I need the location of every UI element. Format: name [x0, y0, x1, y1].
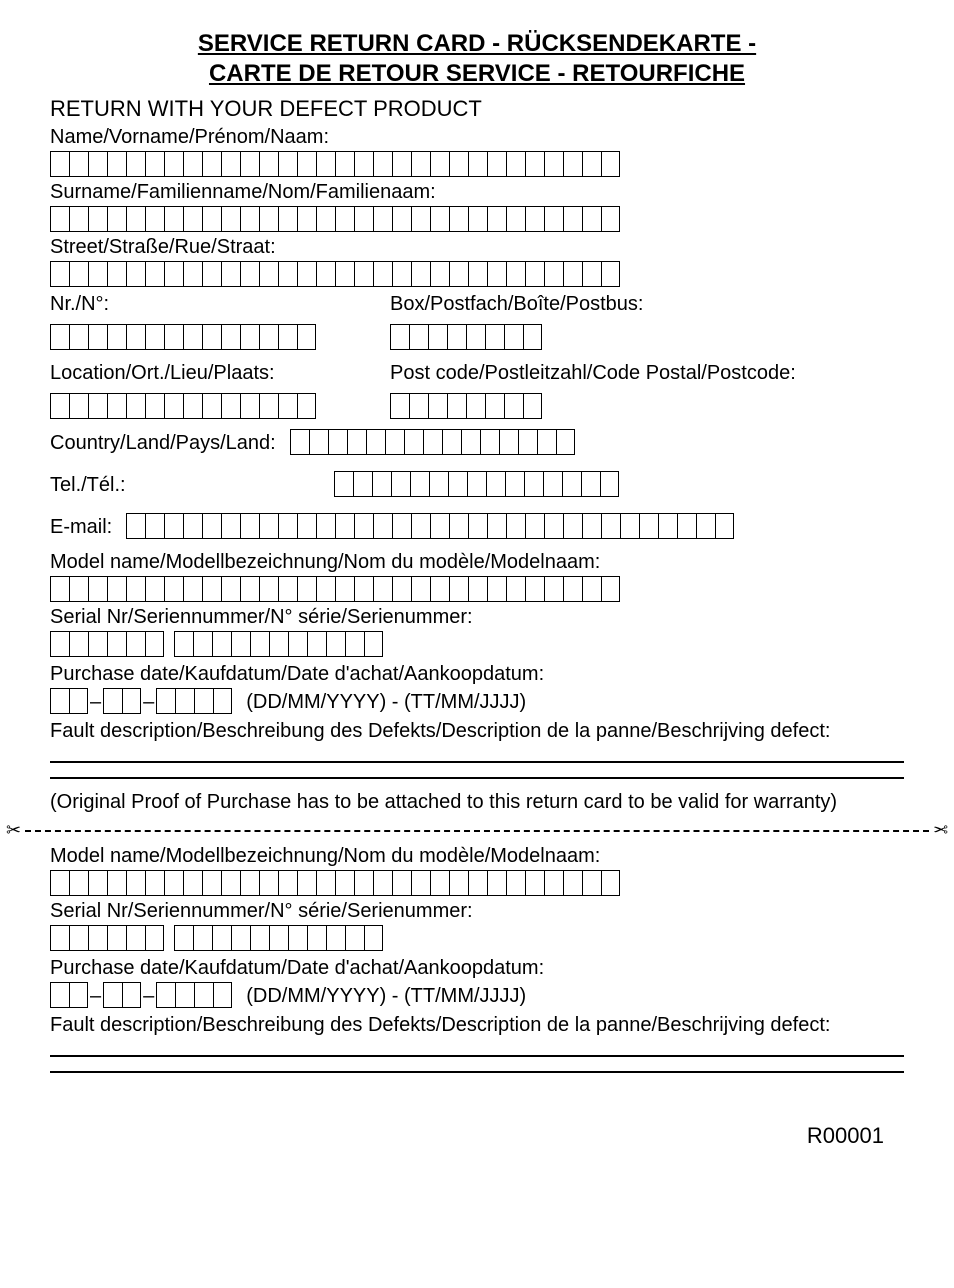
- date-format-note: (DD/MM/YYYY) - (TT/MM/JJJJ): [246, 691, 526, 714]
- input-surname[interactable]: [50, 206, 904, 232]
- input-date-2d[interactable]: [50, 982, 88, 1008]
- date-separator-1: –: [88, 691, 103, 714]
- instruction: RETURN WITH YOUR DEFECT PRODUCT: [50, 96, 904, 122]
- input-model[interactable]: [50, 576, 904, 602]
- title-line-1: SERVICE RETURN CARD - RÜCKSENDEKARTE -: [50, 30, 904, 58]
- footer-code: R00001: [50, 1123, 904, 1149]
- input-date-2m[interactable]: [103, 982, 141, 1008]
- fault-line-4[interactable]: [50, 1071, 904, 1073]
- input-serial-2a[interactable]: [50, 925, 164, 951]
- proof-note: (Original Proof of Purchase has to be at…: [50, 791, 904, 814]
- label-street: Street/Straße/Rue/Straat:: [50, 236, 904, 259]
- date-separator-3: –: [88, 985, 103, 1008]
- input-country[interactable]: [290, 429, 575, 455]
- input-email[interactable]: [126, 513, 734, 539]
- label-box: Box/Postfach/Boîte/Postbus:: [390, 293, 904, 316]
- label-fault-2: Fault description/Beschreibung des Defek…: [50, 1014, 904, 1037]
- input-date-m[interactable]: [103, 688, 141, 714]
- input-location[interactable]: [50, 393, 390, 419]
- label-country: Country/Land/Pays/Land:: [50, 432, 276, 455]
- fault-line-1[interactable]: [50, 761, 904, 763]
- input-nr[interactable]: [50, 324, 390, 350]
- label-surname: Surname/Familienname/Nom/Familienaam:: [50, 181, 904, 204]
- input-serial-a[interactable]: [50, 631, 164, 657]
- input-date-d[interactable]: [50, 688, 88, 714]
- label-purchase: Purchase date/Kaufdatum/Date d'achat/Aan…: [50, 663, 904, 686]
- input-name[interactable]: [50, 151, 904, 177]
- label-fault: Fault description/Beschreibung des Defek…: [50, 720, 904, 743]
- date-separator-4: –: [141, 985, 156, 1008]
- input-tel[interactable]: [334, 471, 619, 497]
- label-tel: Tel./Tél.:: [50, 474, 126, 497]
- label-model-2: Model name/Modellbezeichnung/Nom du modè…: [50, 845, 904, 868]
- cut-line: ✂ ✂: [6, 820, 948, 841]
- scissors-icon-left: ✂: [6, 820, 21, 841]
- input-box[interactable]: [390, 324, 904, 350]
- scissors-icon-right: ✂: [933, 820, 948, 841]
- title-line-2: CARTE DE RETOUR SERVICE - RETOURFICHE: [50, 60, 904, 88]
- label-nr: Nr./N°:: [50, 293, 390, 316]
- input-model-2[interactable]: [50, 870, 904, 896]
- input-postcode[interactable]: [390, 393, 904, 419]
- label-model: Model name/Modellbezeichnung/Nom du modè…: [50, 551, 904, 574]
- date-format-note-2: (DD/MM/YYYY) - (TT/MM/JJJJ): [246, 985, 526, 1008]
- label-name: Name/Vorname/Prénom/Naam:: [50, 126, 904, 149]
- label-serial-2: Serial Nr/Seriennummer/N° série/Serienum…: [50, 900, 904, 923]
- input-serial-b[interactable]: [174, 631, 383, 657]
- input-street[interactable]: [50, 261, 904, 287]
- label-serial: Serial Nr/Seriennummer/N° série/Serienum…: [50, 606, 904, 629]
- date-separator-2: –: [141, 691, 156, 714]
- label-purchase-2: Purchase date/Kaufdatum/Date d'achat/Aan…: [50, 957, 904, 980]
- input-date-y[interactable]: [156, 688, 232, 714]
- input-serial-2b[interactable]: [174, 925, 383, 951]
- label-postcode: Post code/Postleitzahl/Code Postal/Postc…: [390, 362, 904, 385]
- fault-line-2[interactable]: [50, 777, 904, 779]
- label-location: Location/Ort./Lieu/Plaats:: [50, 362, 390, 385]
- fault-line-3[interactable]: [50, 1055, 904, 1057]
- input-date-2y[interactable]: [156, 982, 232, 1008]
- label-email: E-mail:: [50, 516, 112, 539]
